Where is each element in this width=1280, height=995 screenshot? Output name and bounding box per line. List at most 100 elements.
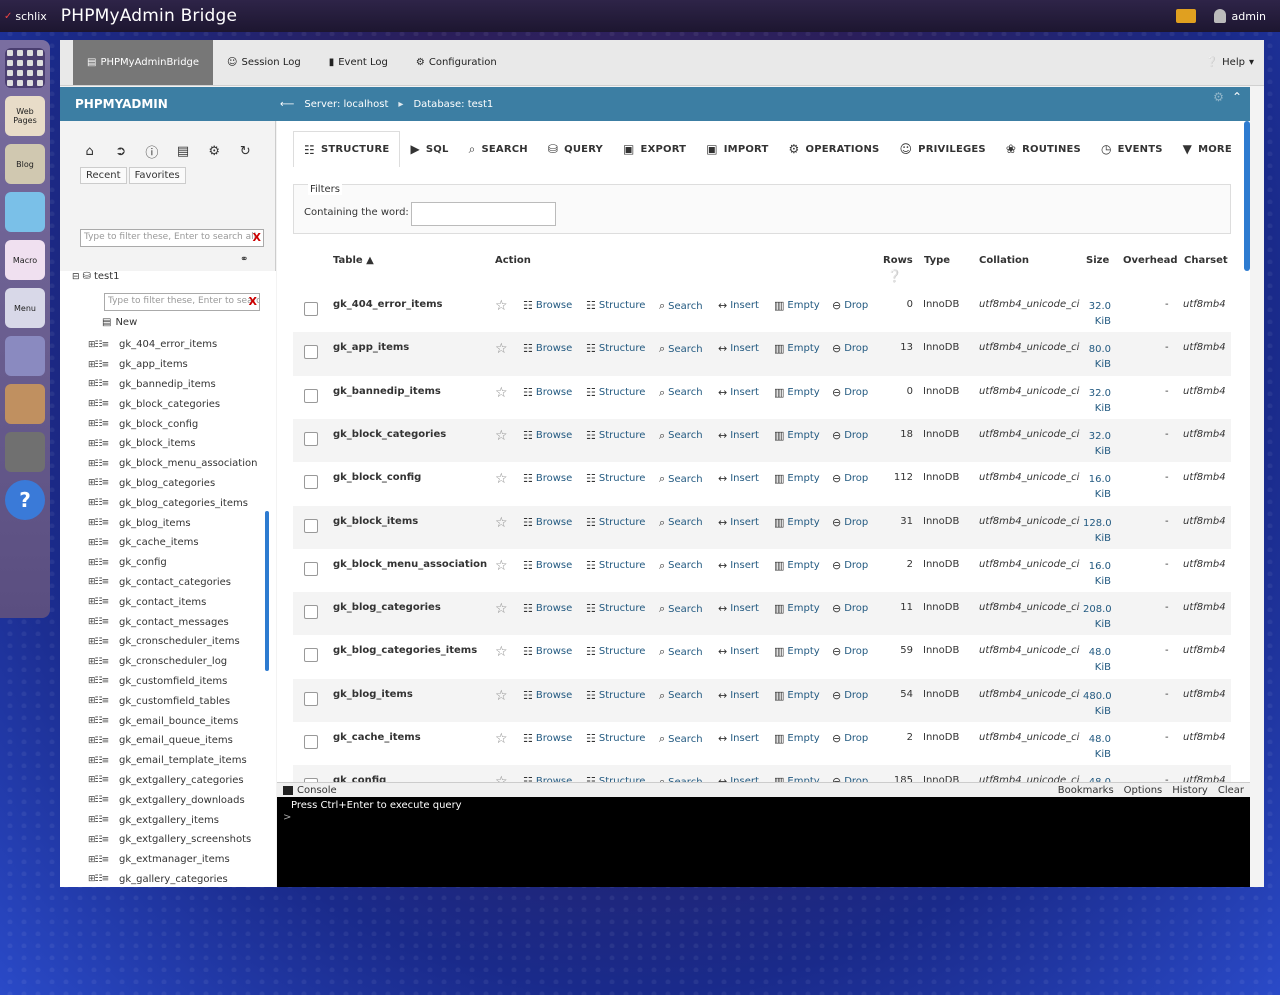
dock-app-8-icon[interactable]: ? (5, 480, 45, 520)
tree-table-item[interactable]: ⊞☷≡ gk_email_queue_items (88, 731, 257, 751)
search-action[interactable]: ⌕Search (659, 732, 703, 746)
insert-action[interactable]: ↔Insert (718, 689, 759, 702)
row-checkbox[interactable] (304, 605, 318, 620)
tree-db-test1[interactable]: ⊟ ⛁ test1 (72, 271, 120, 282)
dock-app-3-icon[interactable]: Macro (5, 240, 45, 280)
insert-action[interactable]: ↔Insert (718, 429, 759, 442)
link-icon[interactable]: ⚭ (240, 254, 248, 265)
empty-action[interactable]: ▥Empty (774, 559, 820, 572)
insert-action[interactable]: ↔Insert (718, 342, 759, 355)
search-action[interactable]: ⌕Search (659, 602, 703, 616)
tree-table-item[interactable]: ⊞☷≡ gk_block_config (88, 414, 257, 434)
engine-type[interactable]: InnoDB (923, 602, 959, 613)
size-link[interactable]: 16.0 KiB (1083, 472, 1111, 502)
tab-configuration[interactable]: ⚙ Configuration (402, 40, 511, 85)
favorite-star-icon[interactable]: ☆ (495, 385, 508, 401)
favorite-star-icon[interactable]: ☆ (495, 471, 508, 487)
tab-operations[interactable]: ⚙ OPERATIONS (779, 131, 890, 167)
empty-action[interactable]: ▥Empty (774, 732, 820, 745)
favorite-star-icon[interactable]: ☆ (495, 341, 508, 357)
empty-action[interactable]: ▥Empty (774, 516, 820, 529)
dock-app-1-icon[interactable]: Blog (5, 144, 45, 184)
tab-privileges[interactable]: ☺ PRIVILEGES (889, 131, 995, 167)
tree-table-item[interactable]: ⊞☷≡ gk_contact_messages (88, 612, 257, 632)
console-bookmarks[interactable]: Bookmarks (1058, 785, 1114, 796)
table-name-link[interactable]: gk_block_categories (333, 429, 446, 440)
collapse-icon[interactable]: ⌃ (1232, 90, 1242, 104)
browse-action[interactable]: ☷Browse (523, 472, 572, 485)
browse-action[interactable]: ☷Browse (523, 516, 572, 529)
drop-action[interactable]: ⊖Drop (832, 342, 868, 355)
console-toggle[interactable]: Console (283, 785, 337, 796)
tree-table-item[interactable]: ⊞☷≡ gk_contact_categories (88, 573, 257, 593)
tab-more[interactable]: ▼ MORE (1173, 131, 1242, 167)
tree-table-item[interactable]: ⊞☷≡ gk_cache_items (88, 533, 257, 553)
insert-action[interactable]: ↔Insert (718, 645, 759, 658)
docs-icon[interactable]: ▤ (175, 144, 191, 159)
insert-action[interactable]: ↔Insert (718, 299, 759, 312)
drop-action[interactable]: ⊖Drop (832, 429, 868, 442)
insert-action[interactable]: ↔Insert (718, 472, 759, 485)
filter-word-input[interactable] (411, 202, 556, 226)
empty-action[interactable]: ▥Empty (774, 472, 820, 485)
back-arrow-icon[interactable]: ⟵ (280, 99, 294, 110)
favorite-star-icon[interactable]: ☆ (495, 601, 508, 617)
drop-action[interactable]: ⊖Drop (832, 472, 868, 485)
empty-action[interactable]: ▥Empty (774, 429, 820, 442)
logout-icon[interactable]: ➲ (113, 144, 129, 159)
size-link[interactable]: 48.0KiB (1083, 732, 1111, 762)
size-link[interactable]: 208.0 KiB (1083, 602, 1112, 632)
search-action[interactable]: ⌕Search (659, 559, 703, 573)
row-checkbox[interactable] (304, 691, 318, 706)
breadcrumb-server[interactable]: Server: localhost (304, 99, 388, 110)
table-name-link[interactable]: gk_app_items (333, 342, 409, 353)
tree-table-item[interactable]: ⊞☷≡ gk_email_bounce_items (88, 711, 257, 731)
engine-type[interactable]: InnoDB (923, 689, 959, 700)
tree-table-item[interactable]: ⊞☷≡ gk_cronscheduler_items (88, 632, 257, 652)
nav-settings-icon[interactable]: ⚙ (206, 144, 222, 159)
tree-table-item[interactable]: ⊞☷≡ gk_app_items (88, 355, 257, 375)
favorite-star-icon[interactable]: ☆ (495, 731, 508, 747)
tree-table-item[interactable]: ⊞☷≡ gk_customfield_tables (88, 691, 257, 711)
tree-table-item[interactable]: ⊞☷≡ gk_blog_categories (88, 474, 257, 494)
size-link[interactable]: 48.0KiB (1083, 645, 1111, 675)
empty-action[interactable]: ▥Empty (774, 299, 820, 312)
table-name-link[interactable]: gk_404_error_items (333, 299, 443, 310)
favorite-star-icon[interactable]: ☆ (495, 644, 508, 660)
size-link[interactable]: 16.0 KiB (1083, 559, 1111, 589)
tree-table-item[interactable]: ⊞☷≡ gk_block_categories (88, 394, 257, 414)
engine-type[interactable]: InnoDB (923, 386, 959, 397)
breadcrumb-database[interactable]: Database: test1 (413, 99, 493, 110)
empty-action[interactable]: ▥Empty (774, 342, 820, 355)
tab-session-log[interactable]: ☺ Session Log (213, 40, 315, 85)
favorite-star-icon[interactable]: ☆ (495, 515, 508, 531)
tree-table-item[interactable]: ⊞☷≡ gk_extgallery_downloads (88, 790, 257, 810)
tree-table-item[interactable]: ⊞☷≡ gk_config (88, 553, 257, 573)
tab-search[interactable]: ⌕ SEARCH (459, 131, 538, 167)
empty-action[interactable]: ▥Empty (774, 689, 820, 702)
app-grid-icon[interactable] (5, 48, 45, 88)
tab-sql[interactable]: ▶ SQL (400, 131, 458, 167)
search-action[interactable]: ⌕Search (659, 429, 703, 443)
tree-table-item[interactable]: ⊞☷≡ gk_extgallery_categories (88, 771, 257, 791)
content-scrollbar[interactable] (1244, 121, 1250, 271)
tab-favorites[interactable]: Favorites (128, 167, 186, 184)
row-checkbox[interactable] (304, 388, 318, 403)
tree-table-item[interactable]: ⊞☷≡ gk_404_error_items (88, 335, 257, 355)
browse-action[interactable]: ☷Browse (523, 342, 572, 355)
table-name-link[interactable]: gk_block_items (333, 516, 418, 527)
tab-query[interactable]: ⛁ QUERY (538, 131, 613, 167)
tree-table-item[interactable]: ⊞☷≡ gk_extgallery_items (88, 810, 257, 830)
insert-action[interactable]: ↔Insert (718, 602, 759, 615)
settings-icon[interactable]: ⚙ (1213, 90, 1224, 104)
browse-action[interactable]: ☷Browse (523, 732, 572, 745)
collapse-tree-icon[interactable]: ⊟ (72, 272, 80, 282)
tab-events[interactable]: ◷ EVENTS (1091, 131, 1173, 167)
structure-action[interactable]: ☷Structure (586, 342, 645, 355)
browse-action[interactable]: ☷Browse (523, 299, 572, 312)
size-link[interactable]: 80.0 KiB (1083, 342, 1111, 372)
tree-table-item[interactable]: ⊞☷≡ gk_bannedip_items (88, 375, 257, 395)
drop-action[interactable]: ⊖Drop (832, 386, 868, 399)
drop-action[interactable]: ⊖Drop (832, 732, 868, 745)
search-action[interactable]: ⌕Search (659, 645, 703, 659)
